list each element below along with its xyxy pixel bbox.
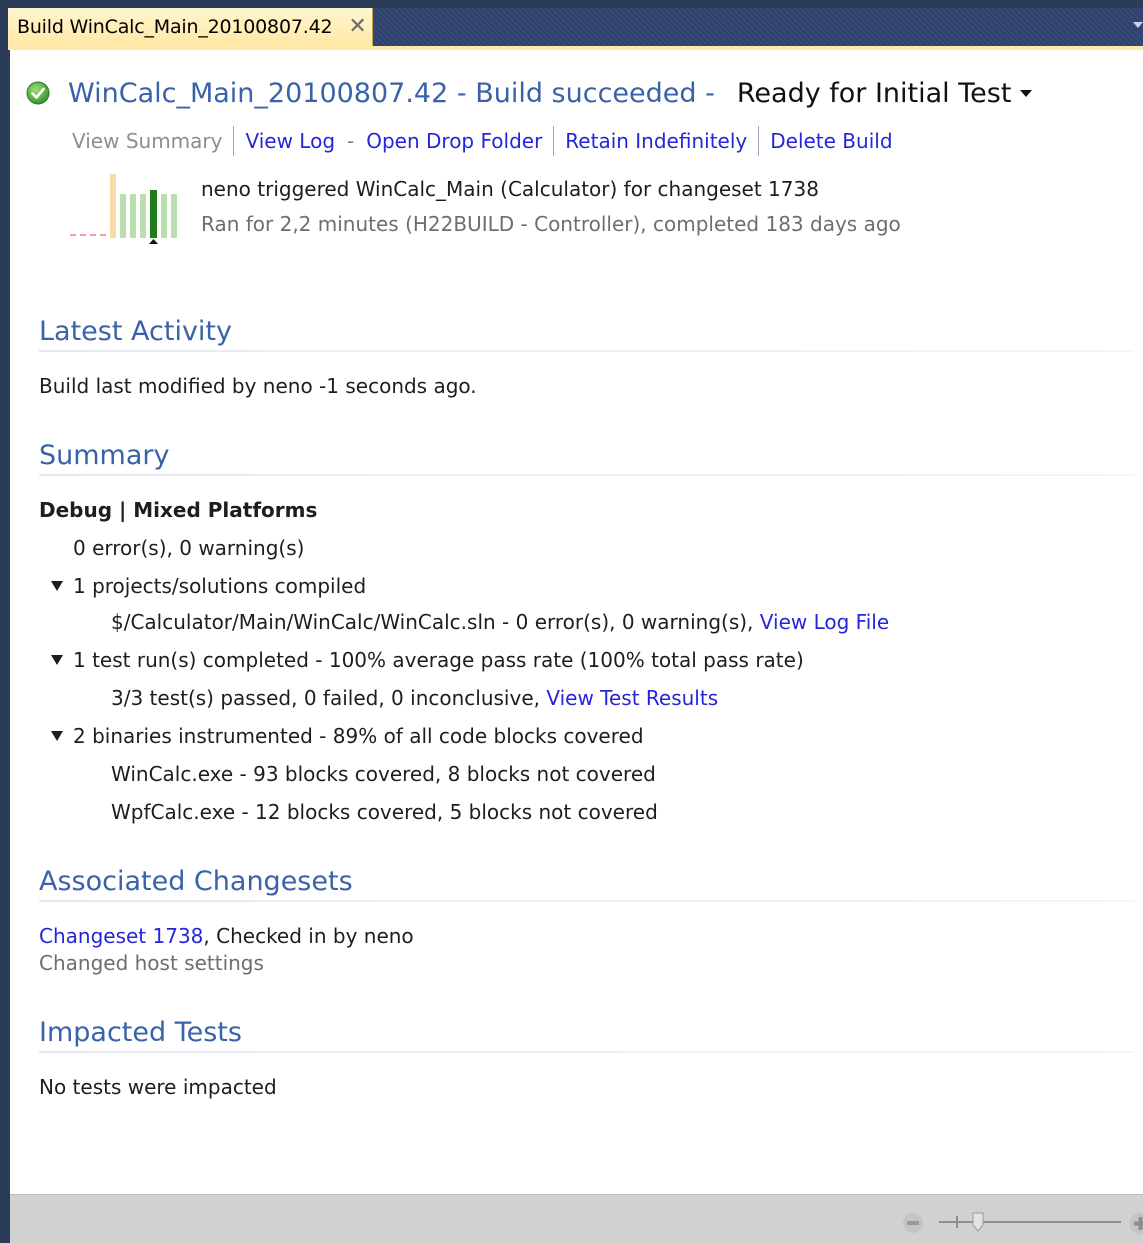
summary-heading: Summary [39,440,169,471]
build-quality[interactable]: Ready for Initial Test [737,78,1012,109]
build-title: WinCalc_Main_20100807.42 - Build succeed… [68,78,715,109]
compiled-text: 1 projects/solutions compiled [73,574,366,598]
build-configuration: Debug | Mixed Platforms [39,498,317,522]
impacted-tests-heading: Impacted Tests [39,1017,242,1048]
solution-row: $/Calculator/Main/WinCalc/WinCalc.sln - … [111,610,889,634]
compiled-row: 1 projects/solutions compiled [51,574,366,598]
build-details-window: Build WinCalc_Main_20100807.42 ✕ WinCalc… [0,0,1143,1242]
changeset-checkin-text: , Checked in by neno [203,924,413,948]
view-log-file-link[interactable]: View Log File [760,610,889,634]
collapse-triangle-icon[interactable] [51,731,63,741]
document-tab-bar: Build WinCalc_Main_20100807.42 ✕ [8,8,1143,46]
separator [553,126,554,156]
zoom-in-icon[interactable] [1128,1211,1143,1236]
section-divider [39,1051,1134,1053]
coverage-text: 2 binaries instrumented - 89% of all cod… [73,724,644,748]
chevron-down-icon[interactable] [1020,90,1032,97]
close-icon[interactable]: ✕ [348,16,366,38]
view-test-results-link[interactable]: View Test Results [546,686,718,710]
view-log-link[interactable]: View Log [245,129,335,153]
section-divider [39,350,1134,352]
coverage-row: 2 binaries instrumented - 89% of all cod… [51,724,644,748]
impacted-tests-text: No tests were impacted [39,1075,277,1099]
tab-title: Build WinCalc_Main_20100807.42 [17,16,332,38]
separator-dash: - [347,129,354,153]
tab-build-details[interactable]: Build WinCalc_Main_20100807.42 ✕ [8,8,373,46]
tests-detail-row: 3/3 test(s) passed, 0 failed, 0 inconclu… [111,686,718,710]
zoom-out-icon[interactable] [902,1212,924,1234]
latest-activity-text: Build last modified by neno -1 seconds a… [39,374,477,398]
collapse-triangle-icon[interactable] [51,655,63,665]
delete-build-link[interactable]: Delete Build [770,129,892,153]
binary-coverage-item: WinCalc.exe - 93 blocks covered, 8 block… [111,762,656,786]
errors-warnings: 0 error(s), 0 warning(s) [73,536,304,560]
associated-changesets-heading: Associated Changesets [39,866,353,897]
success-check-icon [26,81,50,105]
zoom-slider[interactable] [935,1209,1125,1235]
retain-indefinitely-link[interactable]: Retain Indefinitely [565,129,747,153]
build-header: WinCalc_Main_20100807.42 - Build succeed… [26,76,1011,110]
changeset-link[interactable]: Changeset 1738 [39,924,203,948]
tests-text: 1 test run(s) completed - 100% average p… [73,648,804,672]
build-report: WinCalc_Main_20100807.42 - Build succeed… [8,50,1143,1194]
changeset-row: Changeset 1738, Checked in by neno [39,924,414,948]
status-bar [10,1194,1143,1243]
section-divider [39,474,1134,476]
binary-coverage-item: WpfCalc.exe - 12 blocks covered, 5 block… [111,800,658,824]
changeset-comment: Changed host settings [39,951,264,975]
open-drop-folder-link[interactable]: Open Drop Folder [366,129,542,153]
separator [233,126,234,156]
solution-text: $/Calculator/Main/WinCalc/WinCalc.sln - … [111,610,753,634]
section-divider [39,900,1134,902]
tests-row: 1 test run(s) completed - 100% average p… [51,648,804,672]
build-trigger-info: neno triggered WinCalc_Main (Calculator)… [201,177,819,201]
build-run-info: Ran for 2,2 minutes (H22BUILD - Controll… [201,212,901,236]
view-summary-link: View Summary [72,129,222,153]
tab-overflow-icon[interactable] [1133,22,1143,28]
build-actions: View Summary View Log - Open Drop Folder… [72,126,893,156]
build-history-chart-icon[interactable] [68,174,188,244]
latest-activity-heading: Latest Activity [39,316,232,347]
tests-detail-text: 3/3 test(s) passed, 0 failed, 0 inconclu… [111,686,540,710]
collapse-triangle-icon[interactable] [51,581,63,591]
separator [758,126,759,156]
